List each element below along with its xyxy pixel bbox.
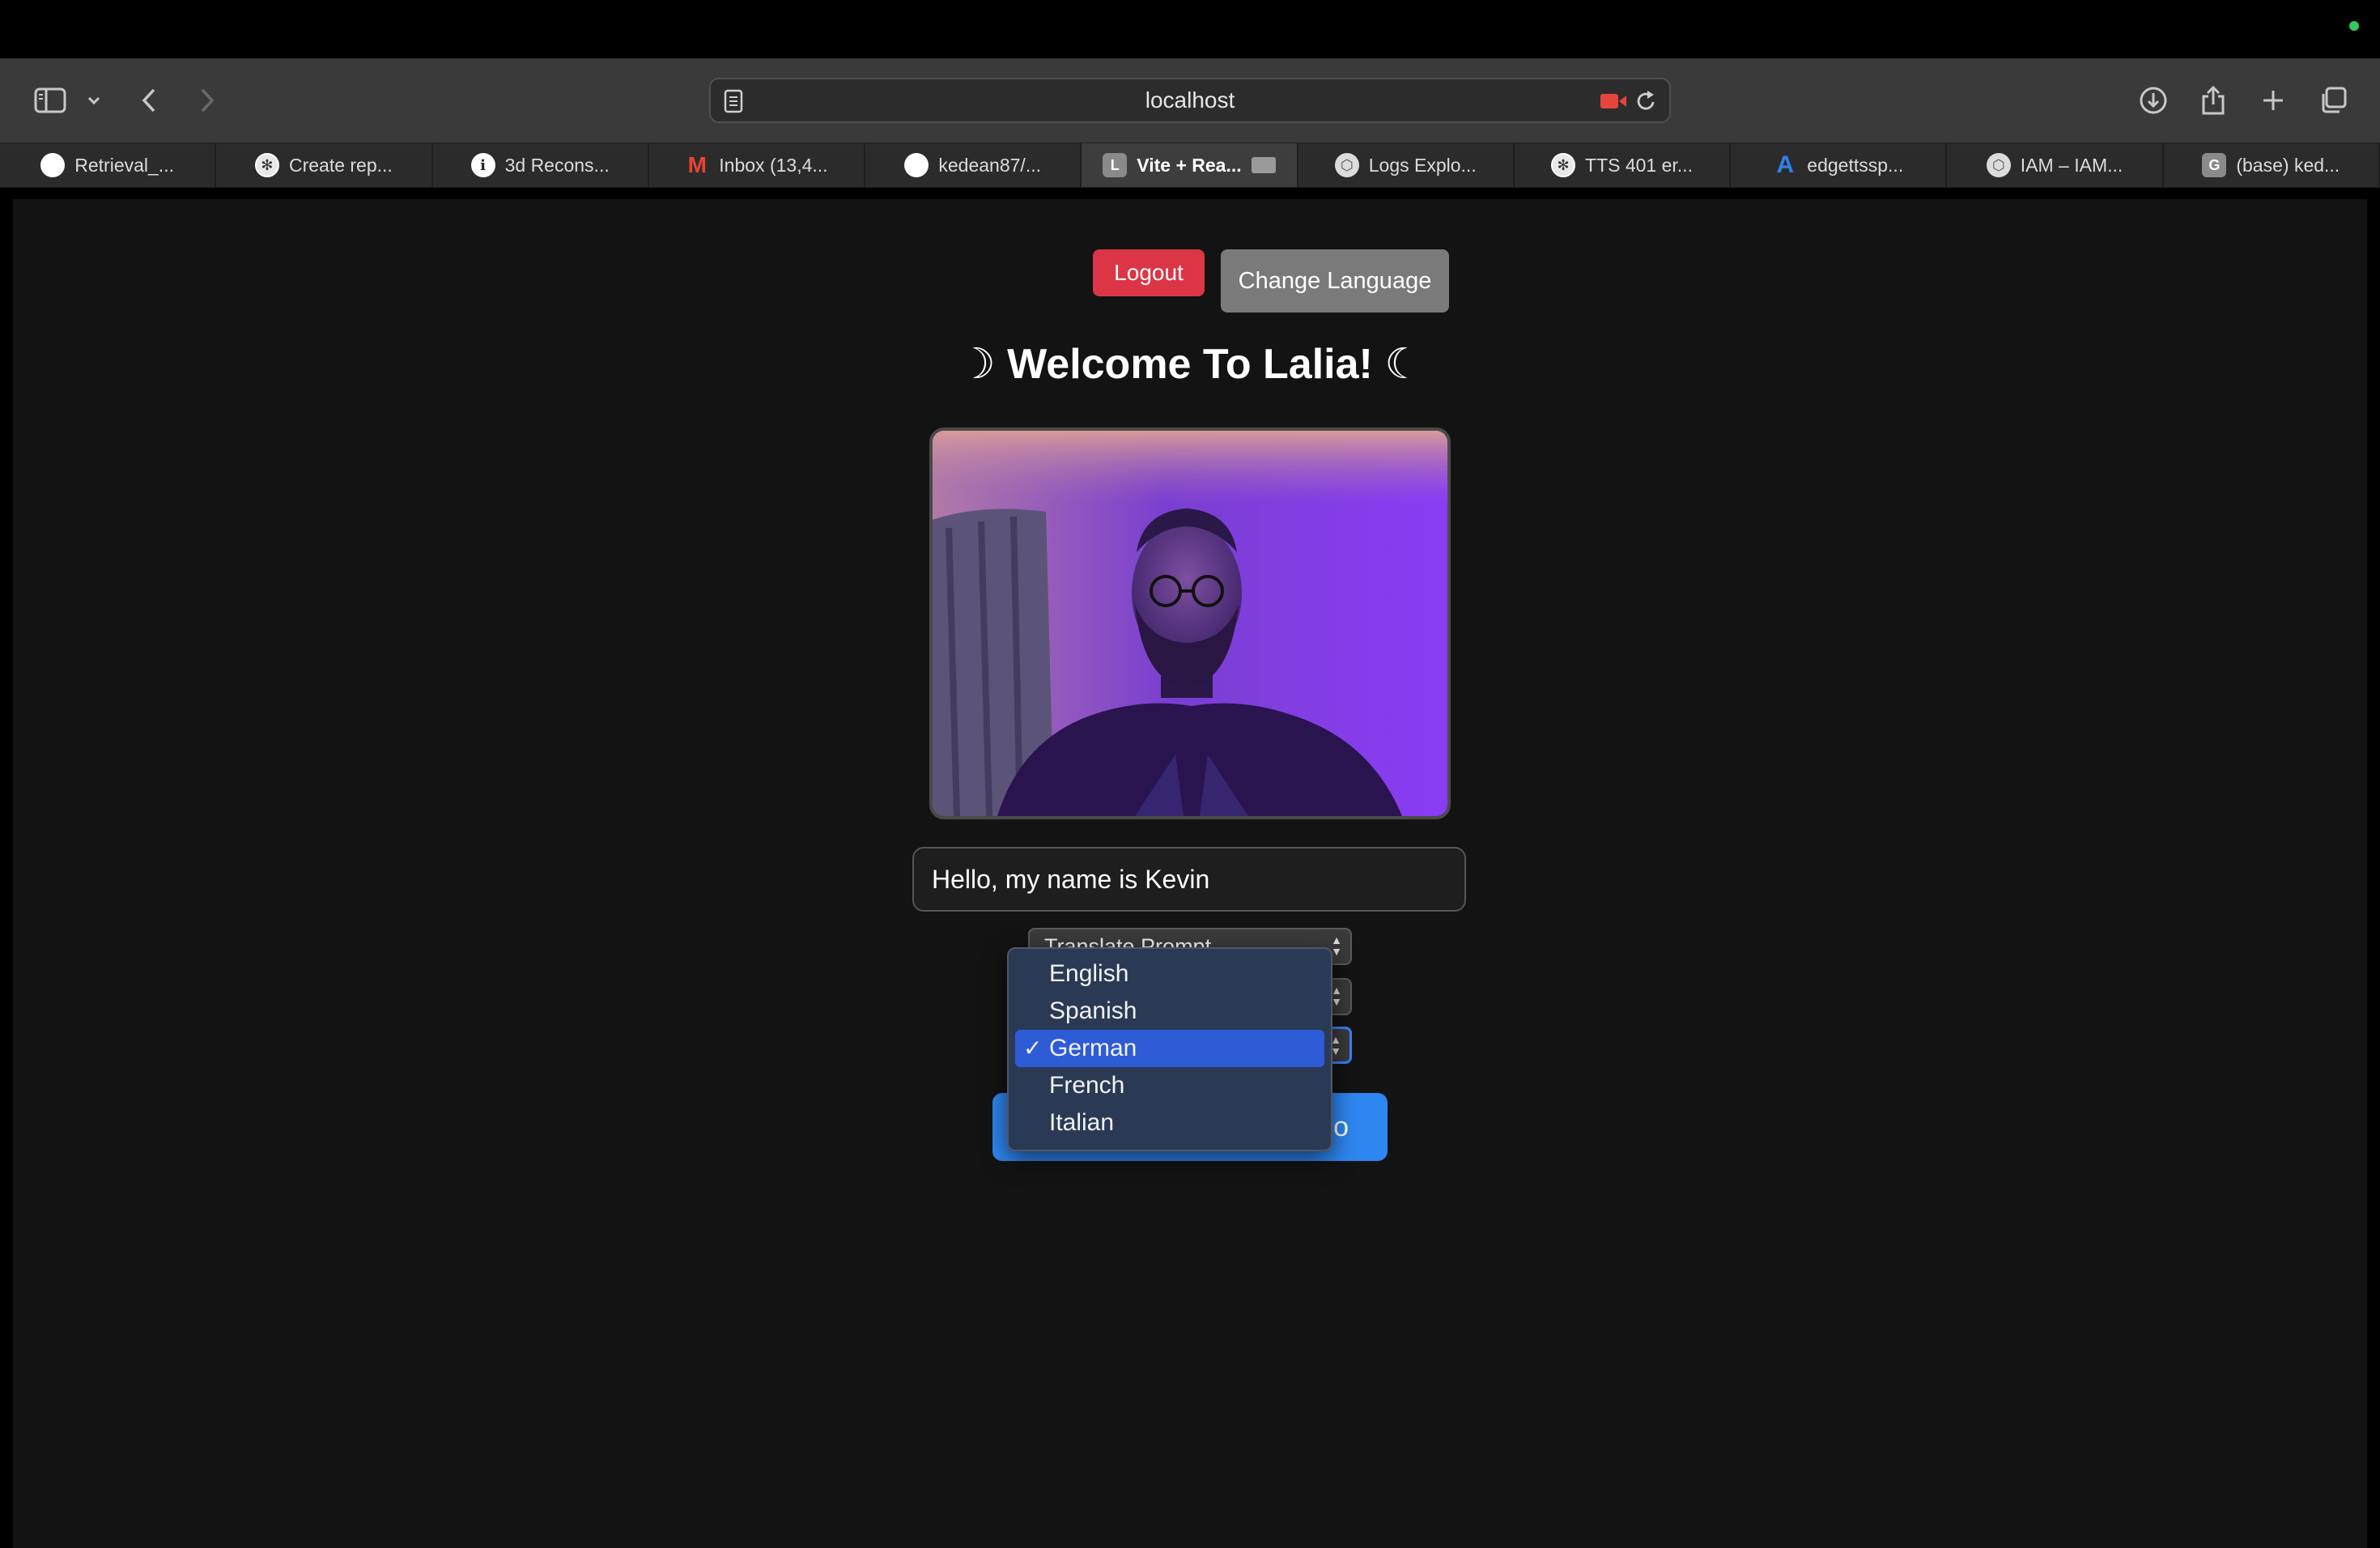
tab-label: Retrieval_... (74, 154, 174, 176)
reload-icon[interactable] (1635, 89, 1658, 119)
tab-1[interactable]: ✻ Create rep... (216, 143, 433, 187)
gcp-icon: ⬡ (1986, 153, 2011, 177)
tab-label: (base) ked... (2236, 154, 2340, 176)
letter-g-icon: G (2202, 153, 2227, 177)
tab-6[interactable]: ⬡ Logs Explo... (1298, 143, 1515, 187)
back-icon[interactable] (133, 78, 165, 123)
github-icon (40, 153, 66, 177)
openai-icon: ✻ (1551, 153, 1576, 177)
tab-label: kedean87/... (938, 154, 1041, 176)
address-text: localhost (1145, 87, 1235, 113)
chevron-down-icon[interactable] (83, 78, 105, 123)
language-dropdown-menu: English Spanish ✓ German French Italian (1007, 947, 1332, 1151)
gcp-icon: ⬡ (1334, 153, 1359, 177)
dropdown-option-english[interactable]: English (1015, 955, 1324, 993)
system-menubar (0, 0, 2380, 58)
tab-label: Logs Explo... (1368, 154, 1477, 176)
prompt-input[interactable] (912, 847, 1466, 912)
tab-9[interactable]: ⬡ IAM – IAM... (1947, 143, 2164, 187)
tab-label: 3d Recons... (504, 154, 610, 176)
gmail-icon: M (687, 152, 707, 177)
dropdown-option-spanish[interactable]: Spanish (1015, 993, 1324, 1030)
dropdown-option-label: Spanish (1049, 997, 1137, 1024)
tab-0[interactable]: Retrieval_... (0, 143, 217, 187)
letter-l-icon: L (1103, 153, 1128, 177)
page-title: ☽ Welcome To Lalia! ☾ (958, 341, 1422, 388)
webcam-video (929, 427, 1451, 819)
checkmark-icon: ✓ (1023, 1036, 1043, 1061)
tab-4[interactable]: kedean87/... (865, 143, 1082, 187)
dropdown-option-label: Italian (1049, 1109, 1115, 1136)
tab-label: IAM – IAM... (2020, 154, 2123, 176)
openai-icon: ✻ (254, 153, 279, 177)
camera-indicator-dot (2349, 21, 2359, 31)
primary-action-button-label: o (1333, 1111, 1349, 1142)
dropdown-option-label: English (1049, 960, 1129, 987)
tab-camera-icon (1251, 157, 1276, 173)
tab-2[interactable]: i 3d Recons... (433, 143, 649, 187)
download-icon[interactable] (2137, 78, 2170, 123)
sidebar-toggle-icon[interactable] (31, 78, 70, 123)
tab-10[interactable]: G (base) ked... (2164, 143, 2380, 187)
tab-label: Vite + Rea... (1137, 154, 1242, 176)
camera-recording-icon[interactable] (1600, 91, 1627, 117)
new-tab-icon[interactable] (2257, 78, 2289, 123)
dropdown-option-french[interactable]: French (1015, 1067, 1324, 1104)
webcam-frame (933, 431, 1447, 816)
github-icon (904, 153, 929, 177)
tab-label: Inbox (13,4... (719, 154, 828, 176)
dropdown-option-german[interactable]: ✓ German (1015, 1030, 1324, 1067)
address-bar[interactable]: localhost (709, 78, 1671, 123)
tab-7[interactable]: ✻ TTS 401 er... (1515, 143, 1732, 187)
tab-3[interactable]: M Inbox (13,4... (649, 143, 866, 187)
dropdown-option-label: French (1049, 1072, 1125, 1099)
tab-bar: Retrieval_... ✻ Create rep... i 3d Recons...… (0, 142, 2380, 188)
tab-label: edgettssp... (1807, 154, 1904, 176)
tab-8[interactable]: Aedgettssp... (1731, 143, 1948, 187)
change-language-button[interactable]: Change Language (1221, 249, 1449, 313)
info-icon: i (470, 153, 495, 177)
tab-label: Create rep... (288, 154, 393, 176)
tab-overview-icon[interactable] (2317, 78, 2349, 123)
azure-icon: A (1776, 151, 1795, 178)
tab-label: TTS 401 er... (1585, 154, 1693, 176)
browser-toolbar: localhost (0, 58, 2380, 142)
forward-icon[interactable] (191, 78, 223, 123)
page-icon (724, 89, 743, 119)
dropdown-option-label: German (1049, 1035, 1137, 1061)
share-icon[interactable] (2197, 78, 2229, 123)
dropdown-option-italian[interactable]: Italian (1015, 1104, 1324, 1142)
logout-button[interactable]: Logout (1093, 249, 1205, 296)
tab-5[interactable]: L Vite + Rea... (1082, 143, 1298, 187)
